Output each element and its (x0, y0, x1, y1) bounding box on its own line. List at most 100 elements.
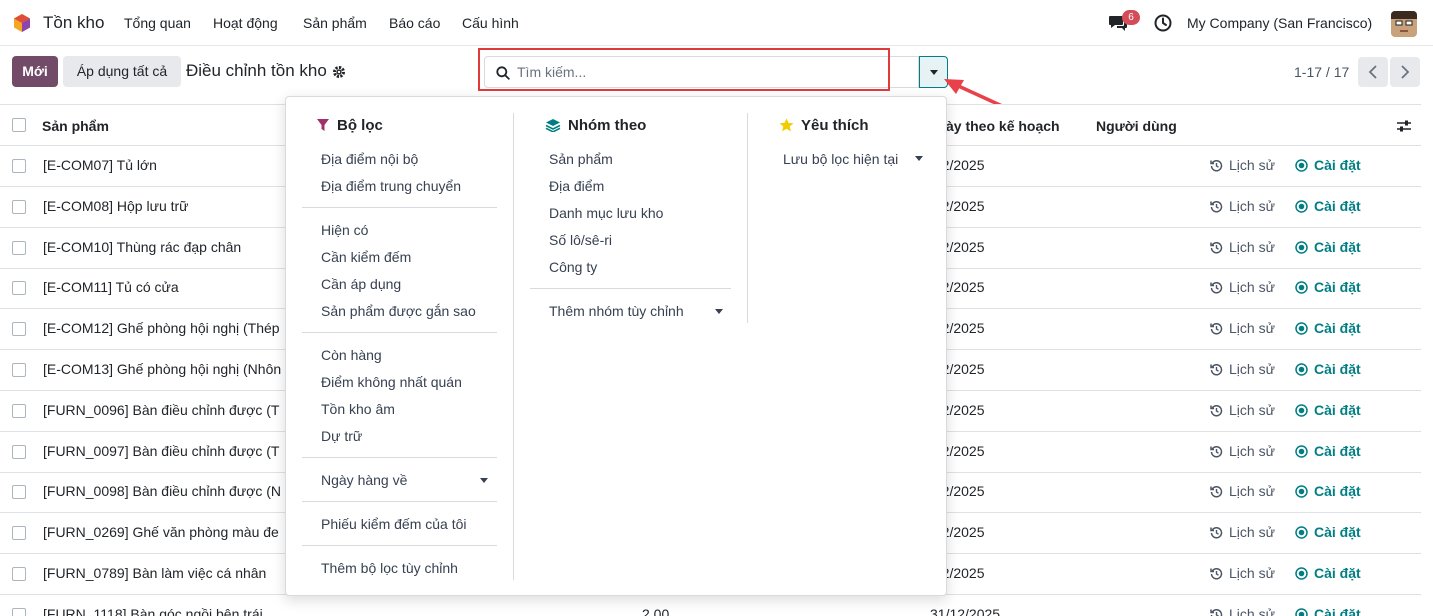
column-header-user[interactable]: Người dùng (1096, 118, 1177, 134)
row-checkbox[interactable] (12, 281, 26, 296)
product-cell[interactable]: [FURN_0098] Bàn điều chỉnh được (N (43, 483, 281, 499)
group-by-company[interactable]: Công ty (549, 259, 597, 275)
set-button[interactable]: Cài đặt (1295, 443, 1361, 459)
row-checkbox[interactable] (12, 240, 26, 255)
pager-next-button[interactable] (1390, 57, 1420, 87)
company-switcher[interactable]: My Company (San Francisco) (1187, 15, 1372, 31)
menu-products[interactable]: Sản phẩm (303, 15, 367, 31)
product-cell[interactable]: [E-COM07] Tủ lớn (43, 157, 157, 173)
pager-value[interactable]: 1-17 / 17 (1294, 64, 1349, 80)
menu-configuration[interactable]: Cấu hình (462, 15, 519, 31)
apply-all-button[interactable]: Áp dụng tất cả (63, 56, 181, 87)
set-button[interactable]: Cài đặt (1295, 565, 1361, 581)
save-current-filter[interactable]: Lưu bộ lọc hiện tại (783, 151, 898, 167)
set-button[interactable]: Cài đặt (1295, 279, 1361, 295)
filter-starred-products[interactable]: Sản phẩm được gắn sao (321, 303, 476, 319)
history-icon (1210, 282, 1223, 294)
filter-arrival-date[interactable]: Ngày hàng về (321, 472, 407, 488)
target-icon (1295, 240, 1308, 254)
column-settings-icon[interactable] (1396, 119, 1412, 133)
column-header-scheduled-date[interactable]: ày theo kế hoạch (946, 118, 1060, 134)
filter-my-counts[interactable]: Phiếu kiểm đếm của tôi (321, 516, 467, 532)
set-button[interactable]: Cài đặt (1295, 198, 1361, 214)
app-name[interactable]: Tồn kho (43, 13, 104, 33)
group-by-location[interactable]: Địa điểm (549, 178, 604, 194)
history-button[interactable]: Lịch sử (1210, 157, 1275, 173)
history-button[interactable]: Lịch sử (1210, 524, 1275, 540)
group-by-product[interactable]: Sản phẩm (549, 151, 613, 167)
add-custom-group[interactable]: Thêm nhóm tùy chỉnh (549, 303, 684, 319)
row-checkbox[interactable] (12, 444, 26, 459)
scheduled-date-cell[interactable]: 31/12/2025 (930, 606, 1000, 616)
product-cell[interactable]: [FURN_1118] Bàn góc ngồi bên trái (43, 606, 263, 616)
history-icon (1210, 404, 1223, 417)
set-button[interactable]: Cài đặt (1295, 402, 1361, 418)
select-all-checkbox[interactable] (12, 118, 26, 132)
filter-icon (317, 119, 329, 131)
history-button[interactable]: Lịch sử (1210, 565, 1275, 581)
set-button[interactable]: Cài đặt (1295, 361, 1361, 377)
group-by-divider (530, 288, 731, 289)
product-cell[interactable]: [E-COM08] Hộp lưu trữ (43, 198, 189, 214)
filter-in-stock[interactable]: Còn hàng (321, 347, 382, 363)
product-cell[interactable]: [FURN_0789] Bàn làm việc cá nhân (43, 565, 266, 581)
group-by-storage-category[interactable]: Danh mục lưu kho (549, 205, 663, 221)
new-button[interactable]: Mới (12, 56, 58, 87)
set-button[interactable]: Cài đặt (1295, 320, 1361, 336)
pager-previous-button[interactable] (1358, 57, 1388, 87)
inventory-app-icon[interactable] (12, 13, 32, 33)
history-button[interactable]: Lịch sử (1210, 402, 1275, 418)
row-checkbox[interactable] (12, 607, 26, 616)
filter-to-count[interactable]: Cần kiểm đếm (321, 249, 411, 265)
history-button[interactable]: Lịch sử (1210, 320, 1275, 336)
menu-overview[interactable]: Tổng quan (124, 15, 191, 31)
history-button[interactable]: Lịch sử (1210, 606, 1275, 616)
history-button[interactable]: Lịch sử (1210, 279, 1275, 295)
clock-icon[interactable] (1154, 14, 1172, 32)
row-checkbox[interactable] (12, 526, 26, 541)
history-button[interactable]: Lịch sử (1210, 239, 1275, 255)
row-checkbox[interactable] (12, 363, 26, 377)
row-checkbox[interactable] (12, 567, 26, 581)
row-checkbox[interactable] (12, 485, 26, 500)
history-button[interactable]: Lịch sử (1210, 443, 1275, 459)
product-cell[interactable]: [FURN_0096] Bàn điều chỉnh được (T (43, 402, 279, 418)
history-label: Lịch sử (1229, 238, 1275, 255)
set-button[interactable]: Cài đặt (1295, 483, 1361, 499)
filter-on-hand[interactable]: Hiện có (321, 222, 368, 238)
row-checkbox[interactable] (12, 322, 26, 337)
table-row[interactable]: [FURN_1118] Bàn góc ngồi bên trái 2,00 31/… (0, 595, 1421, 616)
product-cell[interactable]: [FURN_0097] Bàn điều chỉnh được (T (43, 443, 279, 459)
product-cell[interactable]: [E-COM10] Thùng rác đạp chân (43, 239, 241, 255)
product-cell[interactable]: [E-COM11] Tủ có cửa (43, 279, 179, 295)
filter-to-apply[interactable]: Cần áp dụng (321, 276, 401, 292)
filter-conflicts[interactable]: Điểm không nhất quán (321, 374, 462, 390)
history-button[interactable]: Lịch sử (1210, 483, 1275, 499)
set-button[interactable]: Cài đặt (1295, 157, 1361, 173)
menu-operations[interactable]: Hoạt động (213, 15, 278, 31)
filter-reserved[interactable]: Dự trữ (321, 428, 362, 444)
column-header-product[interactable]: Sản phẩm (42, 118, 109, 134)
row-checkbox[interactable] (12, 199, 26, 214)
product-cell[interactable]: [E-COM13] Ghế phòng hội nghị (Nhôn (43, 361, 281, 377)
add-custom-filter[interactable]: Thêm bộ lọc tùy chỉnh (321, 560, 458, 576)
group-by-lot-serial[interactable]: Số lô/sê-ri (549, 232, 612, 248)
user-avatar[interactable] (1391, 11, 1417, 37)
filter-internal-locations[interactable]: Địa điểm nội bộ (321, 151, 418, 167)
history-button[interactable]: Lịch sử (1210, 361, 1275, 377)
gear-icon[interactable] (332, 65, 346, 79)
filter-negative-stock[interactable]: Tồn kho âm (321, 401, 395, 417)
quantity-cell[interactable]: 2,00 (642, 606, 669, 616)
product-cell[interactable]: [E-COM12] Ghế phòng hội nghị (Thép (43, 320, 280, 336)
history-button[interactable]: Lịch sử (1210, 198, 1275, 214)
history-label: Lịch sử (1229, 442, 1275, 459)
product-cell[interactable]: [FURN_0269] Ghế văn phòng màu đe (43, 524, 279, 540)
set-button[interactable]: Cài đặt (1295, 606, 1361, 616)
menu-reporting[interactable]: Báo cáo (389, 15, 440, 31)
row-checkbox[interactable] (12, 403, 26, 418)
row-checkbox[interactable] (12, 159, 26, 173)
set-button[interactable]: Cài đặt (1295, 239, 1361, 255)
history-icon (1210, 323, 1223, 335)
filter-transit-locations[interactable]: Địa điểm trung chuyển (321, 178, 461, 194)
set-button[interactable]: Cài đặt (1295, 524, 1361, 540)
